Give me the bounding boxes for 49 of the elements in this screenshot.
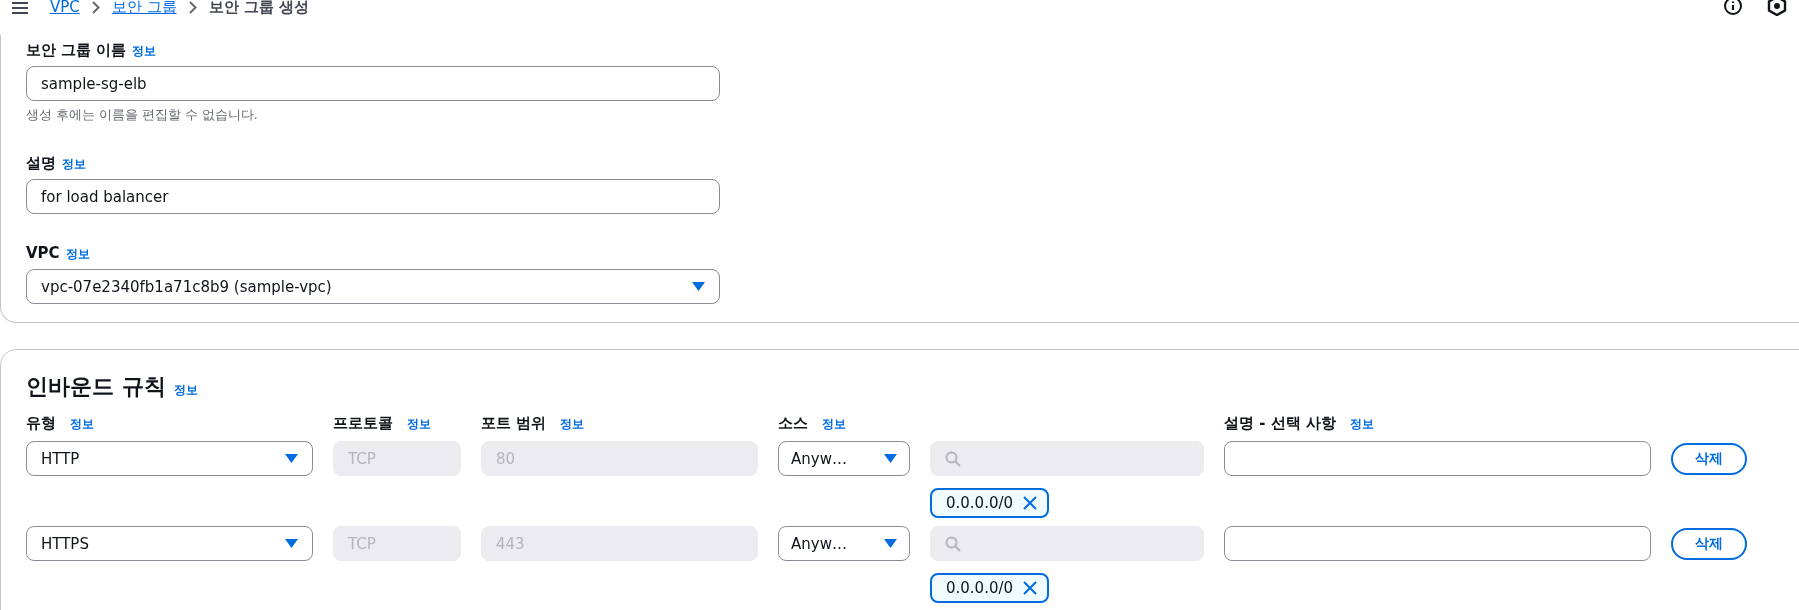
section-title: 인바운드 규칙 (26, 373, 166, 401)
hint-text: 생성 후에는 이름을 편집할 수 없습니다. (26, 107, 259, 124)
input-field[interactable] (1224, 526, 1651, 561)
breadcrumb-current: 보안 그룹 생성 (208, 0, 309, 17)
column-header: 프로토콜 (333, 414, 393, 433)
menu-icon[interactable] (12, 2, 28, 14)
caret-icon (884, 453, 897, 464)
input-field[interactable]: sample-sg-elb (26, 66, 720, 101)
column-header: 설명 - 선택 사항 (1224, 414, 1336, 433)
cidr-token: 0.0.0.0/0 (930, 573, 1050, 603)
breadcrumb-link[interactable]: 보안 그룹 (111, 0, 177, 17)
select-field[interactable]: vpc-07e2340fb1a71c8b9 (sample-vpc) (26, 269, 720, 304)
field-label: 설명 (26, 154, 56, 173)
info-link[interactable]: 정보 (65, 246, 90, 263)
caret-icon (692, 281, 705, 292)
column-header: 소스 (778, 414, 808, 433)
close-icon[interactable] (1023, 496, 1038, 510)
chevron-icon (188, 0, 197, 14)
select-field[interactable]: Anyw… (778, 526, 910, 561)
info-link[interactable]: 정보 (407, 416, 431, 433)
delete-button[interactable]: 삭제 (1671, 527, 1747, 560)
select-field[interactable]: HTTP (26, 441, 313, 476)
delete-button[interactable]: 삭제 (1671, 442, 1747, 475)
info-link[interactable]: 정보 (560, 416, 585, 433)
breadcrumb-link[interactable]: VPC (50, 0, 80, 16)
caret-icon (285, 538, 298, 549)
input-field[interactable] (1224, 441, 1651, 476)
hexagon-icon[interactable] (1767, 0, 1787, 16)
info-link[interactable]: 정보 (132, 43, 157, 60)
select-field[interactable]: Anyw… (778, 441, 910, 476)
field-label: 보안 그룹 이름 (26, 41, 127, 60)
column-header: 포트 범위 (481, 414, 547, 433)
info-icon[interactable] (1723, 0, 1743, 16)
info-link[interactable]: 정보 (173, 382, 198, 399)
info-link[interactable]: 정보 (70, 416, 94, 433)
caret-icon (884, 538, 897, 549)
caret-icon (285, 453, 298, 464)
info-link[interactable]: 정보 (1349, 416, 1374, 433)
close-icon[interactable] (1023, 581, 1038, 595)
info-link[interactable]: 정보 (822, 416, 846, 433)
input-field[interactable]: for load balancer (26, 179, 720, 214)
cidr-token: 0.0.0.0/0 (930, 488, 1050, 518)
chevron-icon (91, 0, 100, 14)
search-icon (945, 450, 961, 467)
column-header: 유형 (26, 414, 56, 433)
search-icon (945, 535, 961, 552)
info-link[interactable]: 정보 (62, 156, 86, 173)
select-field[interactable]: HTTPS (26, 526, 313, 561)
field-label: VPC (26, 244, 60, 262)
